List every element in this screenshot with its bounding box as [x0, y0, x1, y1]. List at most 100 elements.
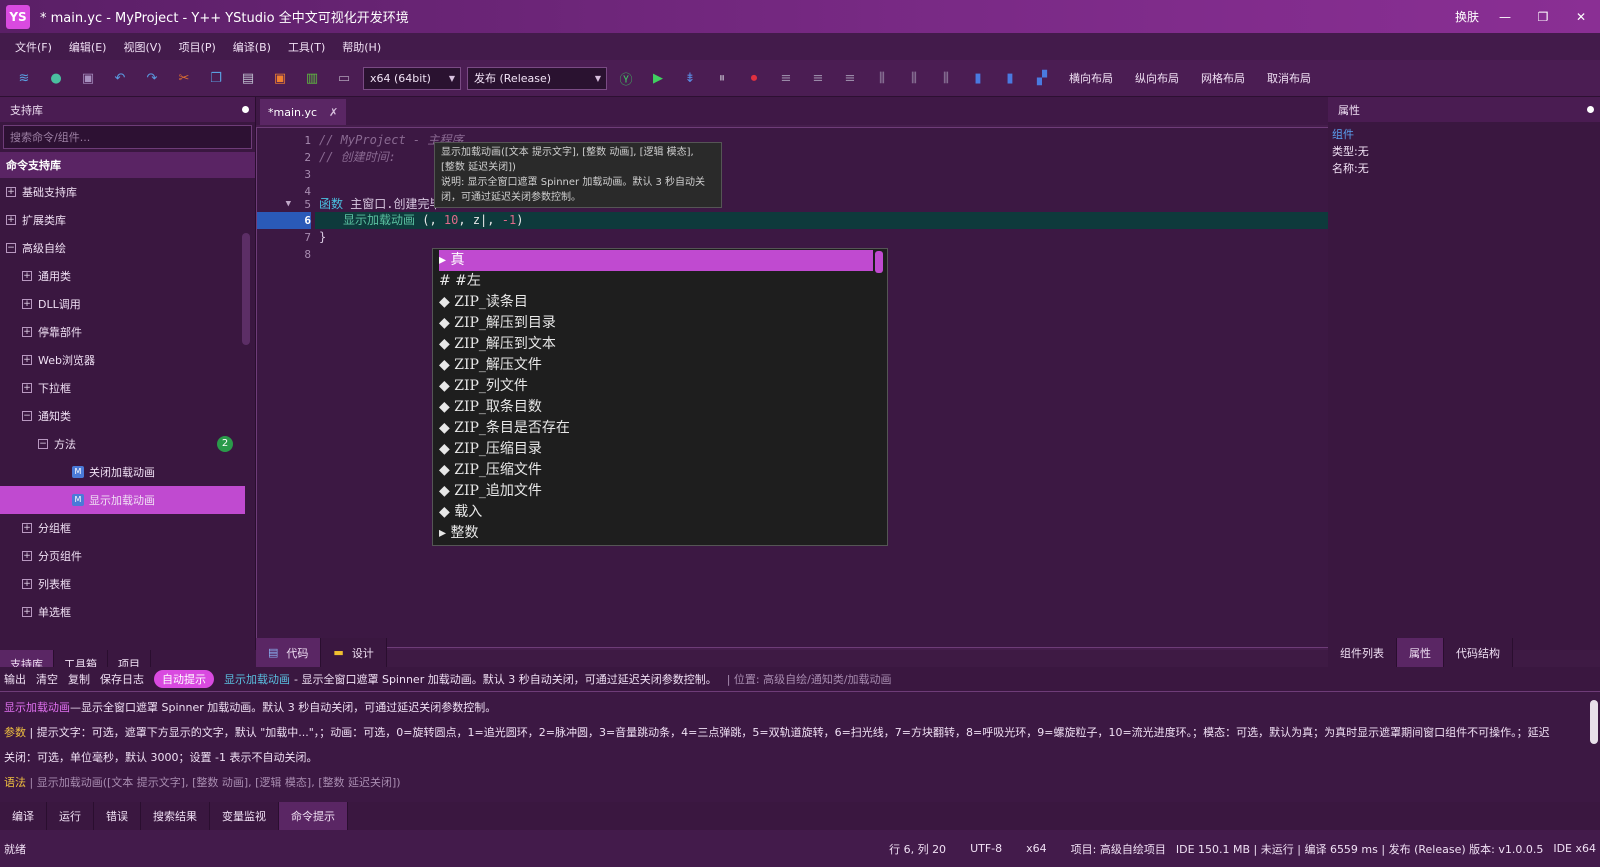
clear-button[interactable]: 清空 [36, 671, 58, 687]
save-icon[interactable]: ▣ [78, 68, 98, 88]
autocomplete-item[interactable]: ◆ ZIP_取条目数 [439, 397, 873, 418]
pin-icon[interactable] [1587, 106, 1594, 113]
autocomplete-item[interactable]: ◆ ZIP_压缩目录 [439, 439, 873, 460]
autocomplete-item[interactable]: ◆ ZIP_解压到文本 [439, 334, 873, 355]
autocomplete-item[interactable]: # #左 [439, 271, 873, 292]
tree-item[interactable]: − 通知类 [0, 402, 245, 430]
search-input[interactable]: 搜索命令/组件... [3, 125, 252, 149]
tree-item[interactable]: M 关闭加载动画 [0, 458, 245, 486]
cancel-layout-button[interactable]: 取消布局 [1256, 70, 1322, 86]
pin-icon[interactable] [242, 106, 249, 113]
tree-item[interactable]: + DLL调用 [0, 290, 245, 318]
new-project-icon[interactable]: ● [46, 68, 66, 88]
menu-project[interactable]: 项目(P) [172, 39, 223, 55]
menu-build[interactable]: 编译(B) [226, 39, 278, 55]
stop-icon[interactable]: ⏺ [744, 68, 764, 88]
save-log-button[interactable]: 保存日志 [100, 671, 144, 687]
menu-view[interactable]: 视图(V) [116, 39, 168, 55]
same-height-icon[interactable]: ▮ [1000, 68, 1020, 88]
align-middle-icon[interactable]: ⫼ [904, 68, 924, 88]
tree-item[interactable]: + 扩展类库 [0, 206, 245, 234]
paste-icon[interactable]: ▤ [238, 68, 258, 88]
tree-item[interactable]: + 停靠部件 [0, 318, 245, 346]
tab-component-list[interactable]: 组件列表 [1328, 638, 1397, 667]
menu-tools[interactable]: 工具(T) [281, 39, 332, 55]
tree-item[interactable]: + 下拉框 [0, 374, 245, 402]
redo-icon[interactable]: ↷ [142, 68, 162, 88]
close-button[interactable]: ✕ [1562, 0, 1600, 33]
same-size-icon[interactable]: ▞ [1032, 68, 1052, 88]
skin-button[interactable]: 换肤 [1448, 0, 1486, 33]
autocomplete-item[interactable]: ◆ 载入 [439, 502, 873, 523]
tree-item[interactable]: + 分页组件 [0, 542, 245, 570]
tab-design[interactable]: ▬ 设计 [321, 638, 387, 667]
tab-compile[interactable]: 编译 [0, 802, 47, 830]
copy-button[interactable]: 复制 [68, 671, 90, 687]
output-scrollbar[interactable] [1590, 700, 1598, 744]
horizontal-layout-button[interactable]: 横向布局 [1058, 70, 1124, 86]
menu-edit[interactable]: 编辑(E) [62, 39, 114, 55]
vertical-layout-button[interactable]: 纵向布局 [1124, 70, 1190, 86]
autocomplete-item[interactable]: ◆ ZIP_读条目 [439, 292, 873, 313]
align-right-icon[interactable]: ≡ [840, 68, 860, 88]
cut-icon[interactable]: ✂ [174, 68, 194, 88]
delete-icon[interactable]: ▭ [334, 68, 354, 88]
auto-hint-toggle[interactable]: 自动提示 [154, 670, 214, 688]
menu-file[interactable]: 文件(F) [8, 39, 59, 55]
tree-item[interactable]: + 分组框 [0, 514, 245, 542]
step-icon[interactable]: ⇟ [680, 68, 700, 88]
tab-code[interactable]: ▤ 代码 [256, 638, 322, 667]
tree-item[interactable]: + 基础支持库 [0, 178, 245, 206]
tab-command-hints[interactable]: 命令提示 [279, 802, 348, 830]
copy-icon[interactable]: ❐ [206, 68, 226, 88]
autocomplete-item[interactable]: ◆ ZIP_压缩文件 [439, 460, 873, 481]
properties-panel: 属性 组件 类型:无 名称:无 [1328, 97, 1600, 650]
tree-scrollbar[interactable] [242, 233, 250, 345]
tree-item-selected[interactable]: M 显示加载动画 [0, 486, 245, 514]
maximize-button[interactable]: ❐ [1524, 0, 1562, 33]
undo-icon[interactable]: ↶ [110, 68, 130, 88]
tab-main-yc[interactable]: *main.yc ✗ [260, 99, 347, 125]
tree-item[interactable]: − 高级自绘 [0, 234, 245, 262]
tree-item[interactable]: + 通用类 [0, 262, 245, 290]
tab-search-results[interactable]: 搜索结果 [141, 802, 210, 830]
config-select[interactable]: 发布 (Release) ▼ [467, 66, 607, 90]
tab-properties[interactable]: 属性 [1397, 638, 1444, 667]
ide-arch: IDE x64 [1553, 842, 1596, 855]
signature-tooltip: 显示加载动画([文本 提示文字], [整数 动画], [逻辑 模态], [整数 … [434, 142, 722, 208]
align-left-icon[interactable]: ≡ [776, 68, 796, 88]
resource-icon[interactable]: ▣ [270, 68, 290, 88]
tab-errors[interactable]: 错误 [94, 802, 141, 830]
compile-icon[interactable]: Ⓨ [616, 68, 636, 88]
chevron-down-icon: ▼ [448, 73, 455, 83]
autocomplete-item[interactable]: ◆ ZIP_解压到目录 [439, 313, 873, 334]
autocomplete-scrollbar[interactable] [875, 251, 883, 273]
tab-code-structure[interactable]: 代码结构 [1444, 638, 1513, 667]
autocomplete-item[interactable]: ▸ 整数 [439, 523, 873, 544]
output-line: 显示加载动画—显示全窗口遮罩 Spinner 加载动画。默认 3 秒自动关闭，可… [4, 701, 497, 714]
minimize-button[interactable]: — [1486, 0, 1524, 33]
close-tab-icon[interactable]: ✗ [329, 106, 338, 119]
autocomplete-item[interactable]: ◆ ZIP_列文件 [439, 376, 873, 397]
platform-select[interactable]: x64 (64bit) ▼ [363, 66, 461, 90]
tree-item[interactable]: − 方法 2 [0, 430, 245, 458]
pause-icon[interactable]: ⏸ [712, 68, 732, 88]
align-center-icon[interactable]: ≡ [808, 68, 828, 88]
tree-item[interactable]: + Web浏览器 [0, 346, 245, 374]
autocomplete-item[interactable]: ◆ ZIP_条目是否存在 [439, 418, 873, 439]
menu-help[interactable]: 帮助(H) [335, 39, 388, 55]
autocomplete-item[interactable]: ◆ ZIP_解压文件 [439, 355, 873, 376]
run-icon[interactable]: ▶ [648, 68, 668, 88]
same-width-icon[interactable]: ▮ [968, 68, 988, 88]
tree-item[interactable]: + 列表框 [0, 570, 245, 598]
grid-layout-button[interactable]: 网格布局 [1190, 70, 1256, 86]
layers-icon[interactable]: ≋ [14, 68, 34, 88]
tab-variable-watch[interactable]: 变量监视 [210, 802, 279, 830]
autocomplete-item[interactable]: ◆ ZIP_追加文件 [439, 481, 873, 502]
align-top-icon[interactable]: ⫼ [872, 68, 892, 88]
autocomplete-item-selected[interactable]: ▸ 真 [439, 250, 873, 271]
tree-item[interactable]: + 单选框 [0, 598, 245, 626]
align-bottom-icon[interactable]: ⫼ [936, 68, 956, 88]
dll-icon[interactable]: ▥ [302, 68, 322, 88]
tab-run[interactable]: 运行 [47, 802, 94, 830]
